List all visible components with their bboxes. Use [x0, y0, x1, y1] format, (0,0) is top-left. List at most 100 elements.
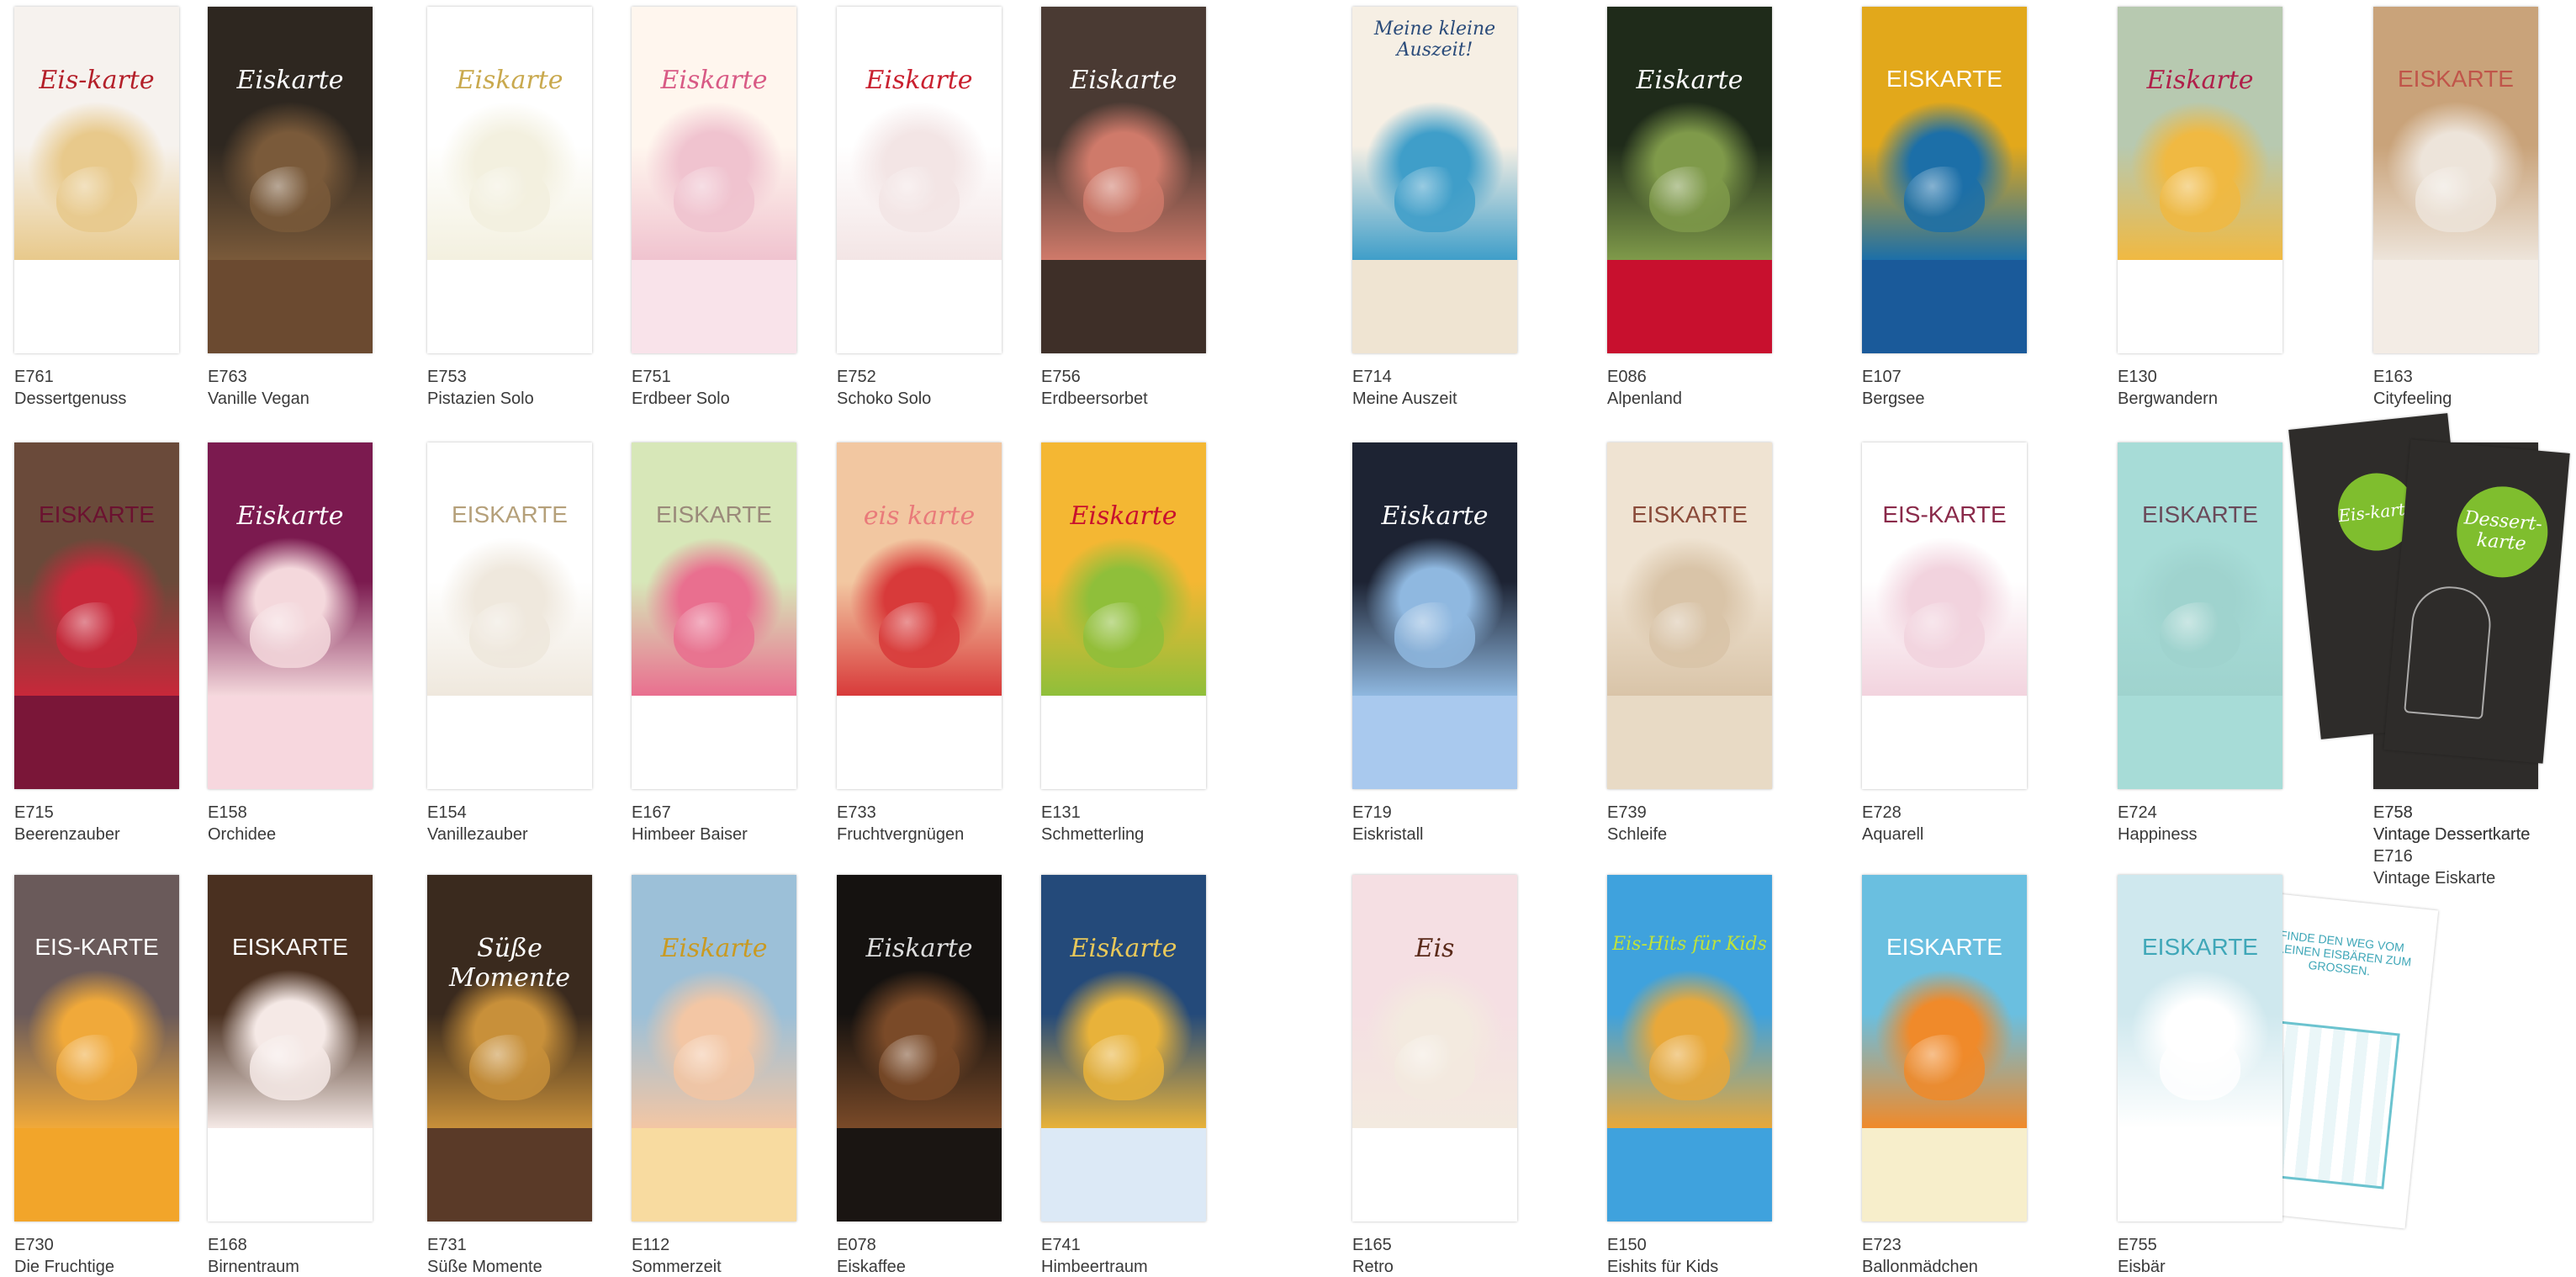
ice-cream-scoop-icon: [469, 601, 550, 668]
card-title-e167: EISKARTE: [656, 501, 772, 527]
card-code-e715: E715: [14, 803, 54, 822]
sundae-glass-icon: [2404, 583, 2494, 720]
card-name-e761: Dessertgenuss: [14, 389, 127, 408]
ice-cream-scoop-icon: [2160, 1034, 2240, 1100]
card-name-e716: Vintage Eiskarte: [2373, 869, 2496, 888]
menu-card-e167[interactable]: EISKARTE: [632, 442, 796, 789]
card-code-e078: E078: [837, 1236, 876, 1254]
card-name-e752: Schoko Solo: [837, 389, 932, 408]
card-title-e158: Eiskarte: [236, 501, 344, 531]
badge-e758: Dessert-karte: [2452, 482, 2552, 581]
ice-cream-scoop-icon: [469, 166, 550, 232]
ice-cream-scoop-icon: [674, 166, 754, 232]
card-name-e715: Beerenzauber: [14, 825, 120, 844]
card-title-e739: EISKARTE: [1632, 501, 1748, 527]
card-title-e741: Eiskarte: [1070, 934, 1177, 963]
menu-card-e758[interactable]: Dessert-karte: [2383, 439, 2570, 764]
menu-card-e741[interactable]: Eiskarte: [1041, 875, 1206, 1221]
menu-card-e165[interactable]: Eis: [1352, 875, 1517, 1221]
menu-card-e112[interactable]: Eiskarte: [632, 875, 796, 1221]
ice-cream-scoop-icon: [56, 601, 137, 668]
ice-cream-scoop-icon: [469, 1034, 550, 1100]
card-name-e753: Pistazien Solo: [427, 389, 534, 408]
card-code-e761: E761: [14, 368, 54, 386]
card-code-e723: E723: [1862, 1236, 1902, 1254]
card-code-e728: E728: [1862, 803, 1902, 822]
menu-card-e731[interactable]: Süße Momente: [427, 875, 592, 1221]
menu-card-e715[interactable]: EISKARTE: [14, 442, 179, 789]
ice-cream-scoop-icon: [56, 166, 137, 232]
ice-cream-scoop-icon: [1394, 166, 1475, 232]
ice-cream-scoop-icon: [1394, 1034, 1475, 1100]
card-code-e163: E163: [2373, 368, 2413, 386]
menu-card-e714[interactable]: Meine kleine Auszeit!: [1352, 7, 1517, 353]
menu-card-e150[interactable]: Eis-Hits für Kids: [1607, 875, 1772, 1221]
menu-card-e753[interactable]: Eiskarte: [427, 7, 592, 353]
menu-card-e739[interactable]: EISKARTE: [1607, 442, 1772, 789]
card-code-e763: E763: [208, 368, 247, 386]
card-code-e165: E165: [1352, 1236, 1392, 1254]
card-title-e130: Eiskarte: [2146, 66, 2254, 95]
menu-card-e107[interactable]: EISKARTE: [1862, 7, 2027, 353]
card-title-e731: Süße Momente: [448, 934, 571, 993]
menu-card-e723[interactable]: EISKARTE: [1862, 875, 2027, 1221]
card-name-e758: Vintage Dessertkarte: [2373, 825, 2531, 844]
card-name-e756: Erdbeersorbet: [1041, 389, 1148, 408]
ice-cream-scoop-icon: [1649, 1034, 1730, 1100]
menu-card-e751[interactable]: Eiskarte: [632, 7, 796, 353]
menu-card-e168[interactable]: EISKARTE: [208, 875, 373, 1221]
card-name-e107: Bergsee: [1862, 389, 1925, 408]
card-code-e731: E731: [427, 1236, 467, 1254]
menu-card-e733[interactable]: eis karte: [837, 442, 1002, 789]
card-title-e761: Eis-karte: [39, 66, 155, 95]
card-title-e752: Eiskarte: [865, 66, 973, 95]
ice-cream-scoop-icon: [1649, 166, 1730, 232]
card-title-e730: EIS-KARTE: [34, 934, 159, 960]
ice-cream-scoop-icon: [879, 601, 960, 668]
card-name-e723: Ballonmädchen: [1862, 1258, 1978, 1276]
card-title-e163: EISKARTE: [2398, 66, 2514, 92]
card-name-e733: Fruchtvergnügen: [837, 825, 965, 844]
menu-card-e078[interactable]: Eiskarte: [837, 875, 1002, 1221]
menu-card-e752[interactable]: Eiskarte: [837, 7, 1002, 353]
menu-card-e763[interactable]: Eiskarte: [208, 7, 373, 353]
ice-cream-scoop-icon: [2160, 601, 2240, 668]
menu-card-e755[interactable]: EISKARTE: [2118, 875, 2282, 1221]
menu-card-e761[interactable]: Eis-karte: [14, 7, 179, 353]
menu-card-e728[interactable]: EIS-KARTE: [1862, 442, 2027, 789]
menu-card-e154[interactable]: EISKARTE: [427, 442, 592, 789]
menu-card-e158[interactable]: Eiskarte: [208, 442, 373, 789]
card-code-e756: E756: [1041, 368, 1081, 386]
card-title-e756: Eiskarte: [1070, 66, 1177, 95]
menu-card-e086[interactable]: Eiskarte: [1607, 7, 1772, 353]
card-name-e730: Die Fruchtige: [14, 1258, 114, 1276]
menu-card-e163[interactable]: EISKARTE: [2373, 7, 2538, 353]
card-title-e165: Eis: [1415, 934, 1455, 963]
card-code-e131: E131: [1041, 803, 1081, 822]
card-title-e763: Eiskarte: [236, 66, 344, 95]
card-name-e112: Sommerzeit: [632, 1258, 722, 1276]
card-name-e719: Eiskristall: [1352, 825, 1424, 844]
menu-card-e131[interactable]: Eiskarte: [1041, 442, 1206, 789]
card-name-e751: Erdbeer Solo: [632, 389, 730, 408]
card-code-e724: E724: [2118, 803, 2157, 822]
card-code-e751: E751: [632, 368, 671, 386]
ice-cream-scoop-icon: [56, 1034, 137, 1100]
menu-card-e130[interactable]: Eiskarte: [2118, 7, 2282, 353]
menu-card-e756[interactable]: Eiskarte: [1041, 7, 1206, 353]
ice-cream-scoop-icon: [1083, 601, 1164, 668]
card-title-e733: eis karte: [863, 501, 976, 531]
card-title-e751: Eiskarte: [660, 66, 768, 95]
card-code-e733: E733: [837, 803, 876, 822]
card-name-e763: Vanille Vegan: [208, 389, 309, 408]
menu-card-e719[interactable]: Eiskarte: [1352, 442, 1517, 789]
ice-cream-scoop-icon: [2415, 166, 2496, 232]
card-name-e724: Happiness: [2118, 825, 2198, 844]
card-code-e752: E752: [837, 368, 876, 386]
menu-card-e724[interactable]: EISKARTE: [2118, 442, 2282, 789]
card-code-e741: E741: [1041, 1236, 1081, 1254]
menu-card-e730[interactable]: EIS-KARTE: [14, 875, 179, 1221]
card-name-e728: Aquarell: [1862, 825, 1924, 844]
card-title-e154: EISKARTE: [452, 501, 568, 527]
card-title-e719: Eiskarte: [1381, 501, 1489, 531]
